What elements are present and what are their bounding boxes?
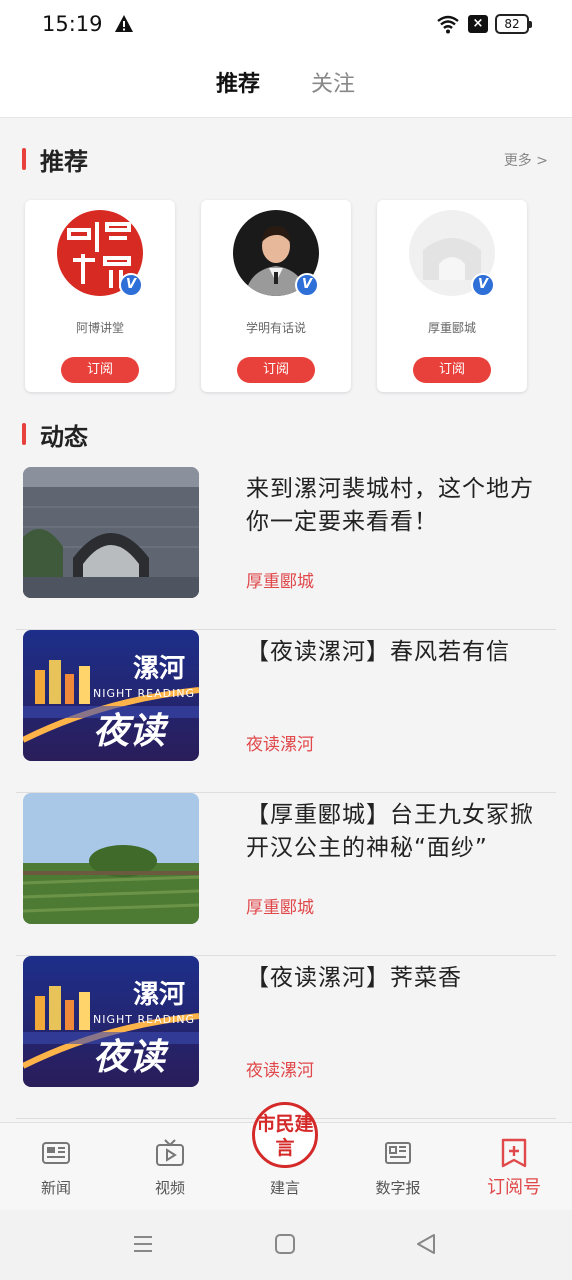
- back-triangle-icon[interactable]: [414, 1232, 438, 1256]
- wifi-icon: [437, 15, 459, 34]
- tab-recommend[interactable]: 推荐: [216, 66, 260, 98]
- feed-item-source[interactable]: 厚重郾城: [246, 893, 314, 918]
- thumb-text-night-reading: NIGHT READING: [93, 1013, 196, 1026]
- warning-icon: [115, 15, 133, 32]
- subscribe-button[interactable]: 订阅: [413, 357, 491, 383]
- verified-badge-icon: V: [295, 273, 319, 297]
- nav-news-label: 新闻: [40, 1179, 71, 1197]
- nav-advice-label: 建言: [269, 1179, 300, 1197]
- recommend-card[interactable]: V 学明有话说 订阅: [201, 200, 351, 392]
- system-nav-bar: [0, 1210, 572, 1280]
- card-name: 阿博讲堂: [75, 321, 124, 335]
- recommend-title: 推荐: [40, 147, 88, 176]
- feed-item-title: 【夜读漯河】荠菜香: [246, 965, 462, 991]
- thumbnail-night-reading: 漯河 NIGHT READING 夜读: [23, 630, 199, 761]
- thumb-text-yedu: 夜读: [93, 1036, 166, 1078]
- recommend-card[interactable]: V 厚重郾城 订阅: [377, 200, 527, 392]
- nav-video[interactable]: 视频: [130, 1137, 210, 1198]
- feed-item-title: 【厚重郾城】台王九女冢掀开汉公主的神秘“面纱”: [246, 802, 534, 861]
- thumbnail-stone-arch: [23, 467, 199, 598]
- status-bar: 15:19 × 82: [0, 0, 572, 52]
- card-name: 学明有话说: [245, 321, 306, 335]
- nav-digital-paper[interactable]: 数字报: [358, 1137, 438, 1198]
- nav-subscribe-label: 订阅号: [487, 1177, 541, 1198]
- card-name: 厚重郾城: [427, 321, 476, 335]
- feed-title: 动态: [40, 422, 88, 451]
- thumb-text-yedu: 夜读: [93, 710, 166, 752]
- feed-item-source[interactable]: 夜读漯河: [246, 1056, 314, 1081]
- tab-follow[interactable]: 关注: [311, 66, 355, 98]
- top-tab-bar: 推荐 关注: [0, 52, 572, 118]
- feed-item-title: 【夜读漯河】春风若有信: [246, 639, 510, 665]
- thumbnail-field: [23, 793, 199, 924]
- sim-x-icon: ×: [468, 15, 488, 33]
- digital-paper-icon: [385, 1142, 411, 1164]
- feed-item[interactable]: 【厚重郾城】台王九女冢掀开汉公主的神秘“面纱” 厚重郾城: [16, 793, 556, 956]
- tv-play-icon: [156, 1139, 184, 1166]
- feed-item[interactable]: 漯河 NIGHT READING 夜读 【夜读漯河】春风若有信 夜读漯河: [16, 630, 556, 793]
- nav-video-label: 视频: [154, 1179, 185, 1197]
- subscribe-button[interactable]: 订阅: [61, 357, 139, 383]
- section-accent-bar: [22, 148, 26, 170]
- section-accent-bar: [22, 423, 26, 445]
- battery-icon: 82: [495, 14, 532, 34]
- feed-header: 动态: [22, 419, 88, 451]
- more-link[interactable]: 更多 >: [504, 150, 548, 170]
- subscribe-button[interactable]: 订阅: [237, 357, 315, 383]
- thumb-text-city: 漯河: [133, 980, 186, 1010]
- citizen-advice-seal[interactable]: 市民建言: [252, 1102, 318, 1168]
- verified-badge-icon: V: [119, 273, 143, 297]
- newspaper-icon: [42, 1142, 70, 1164]
- recommend-header: 推荐: [22, 144, 88, 176]
- feed-item-source[interactable]: 夜读漯河: [246, 730, 314, 755]
- nav-news[interactable]: 新闻: [16, 1137, 96, 1198]
- menu-icon[interactable]: [131, 1232, 155, 1256]
- subscribe-bookmark-icon: [501, 1138, 527, 1168]
- recommend-card[interactable]: V 阿博讲堂 订阅: [25, 200, 175, 392]
- thumbnail-night-reading: 漯河 NIGHT READING 夜读: [23, 956, 199, 1087]
- home-square-icon[interactable]: [273, 1232, 297, 1256]
- thumb-text-city: 漯河: [133, 654, 186, 684]
- status-time: 15:19: [42, 12, 103, 36]
- nav-digital-paper-label: 数字报: [375, 1179, 421, 1197]
- nav-subscribe[interactable]: 订阅号: [474, 1137, 554, 1199]
- verified-badge-icon: V: [471, 273, 495, 297]
- feed-item[interactable]: 漯河 NIGHT READING 夜读 【夜读漯河】荠菜香 夜读漯河: [16, 956, 556, 1119]
- feed-item-source[interactable]: 厚重郾城: [246, 567, 314, 592]
- feed-item-title: 来到漯河裴城村，这个地方你一定要来看看！: [246, 476, 534, 535]
- thumb-text-night-reading: NIGHT READING: [93, 687, 196, 700]
- feed-item[interactable]: 来到漯河裴城村，这个地方你一定要来看看！ 厚重郾城: [16, 467, 556, 630]
